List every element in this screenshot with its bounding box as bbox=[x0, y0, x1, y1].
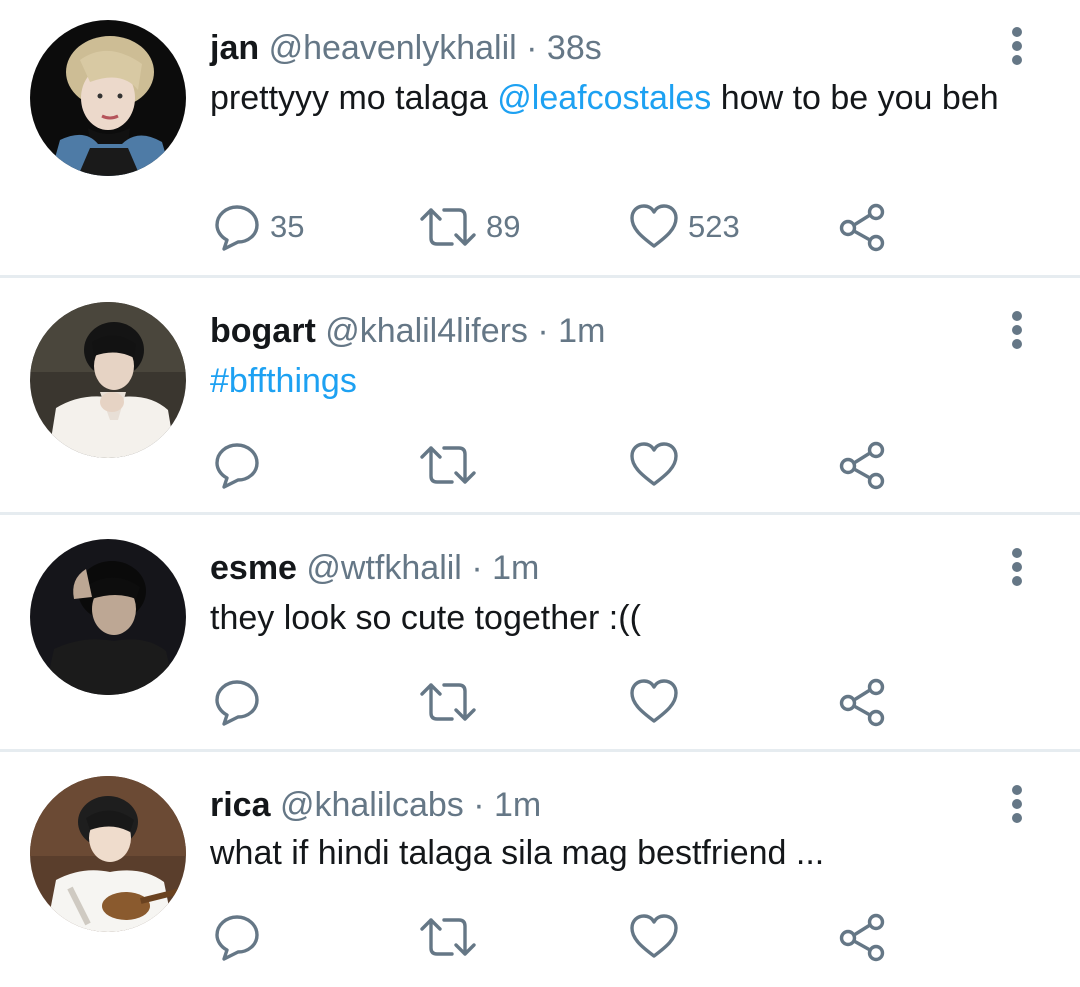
reply-button[interactable] bbox=[212, 440, 270, 490]
tweet[interactable]: esme @wtfkhalil · 1m they look so cute t… bbox=[0, 515, 1080, 749]
more-vertical-icon bbox=[1012, 27, 1022, 65]
share-icon bbox=[839, 913, 885, 962]
avatar-photo bbox=[30, 776, 186, 932]
share-button[interactable] bbox=[836, 677, 888, 727]
tweet-header: esme @wtfkhalil · 1m bbox=[210, 548, 539, 588]
username[interactable]: @wtfkhalil bbox=[306, 549, 461, 587]
retweet-button[interactable]: 89 bbox=[418, 202, 520, 252]
more-options-button[interactable] bbox=[1000, 782, 1034, 826]
tweet-text-segment: prettyyy mo talaga bbox=[210, 79, 498, 117]
display-name[interactable]: jan bbox=[210, 29, 259, 67]
reply-icon bbox=[215, 680, 259, 726]
separator-dot: · bbox=[471, 549, 483, 587]
reply-icon bbox=[215, 205, 259, 251]
tweet-feed: jan @heavenlykhalil · 38s prettyyy mo ta… bbox=[0, 0, 1080, 987]
separator-dot: · bbox=[537, 312, 549, 350]
avatar[interactable] bbox=[30, 302, 186, 458]
timestamp[interactable]: 1m bbox=[492, 549, 539, 587]
avatar-photo bbox=[30, 539, 186, 695]
tweet-text-segment: what if hindi talaga sila mag bestfriend… bbox=[210, 834, 825, 872]
tweet-text: #bffthings bbox=[210, 358, 1030, 404]
retweet-count: 89 bbox=[486, 209, 521, 244]
like-button[interactable] bbox=[628, 440, 688, 490]
more-vertical-icon bbox=[1012, 785, 1022, 823]
like-button[interactable] bbox=[628, 677, 688, 727]
heart-icon bbox=[630, 442, 678, 486]
reply-button[interactable] bbox=[212, 677, 270, 727]
tweet[interactable]: jan @heavenlykhalil · 38s prettyyy mo ta… bbox=[0, 0, 1080, 275]
retweet-icon bbox=[420, 446, 476, 484]
avatar-photo bbox=[30, 20, 186, 176]
mention-link[interactable]: @leafcostales bbox=[497, 79, 711, 117]
display-name[interactable]: esme bbox=[210, 549, 297, 587]
reply-button[interactable] bbox=[212, 912, 270, 962]
share-icon bbox=[839, 678, 885, 727]
share-button[interactable] bbox=[836, 912, 888, 962]
share-icon bbox=[839, 441, 885, 490]
like-count: 523 bbox=[688, 209, 740, 244]
tweet-text: what if hindi talaga sila mag bestfriend… bbox=[210, 830, 1030, 876]
tweet-text-segment: they look so cute together :(( bbox=[210, 599, 641, 637]
retweet-icon bbox=[420, 683, 476, 721]
more-options-button[interactable] bbox=[1000, 308, 1034, 352]
retweet-button[interactable] bbox=[418, 677, 486, 727]
share-icon bbox=[839, 203, 885, 252]
tweet-text: prettyyy mo talaga @leafcostales how to … bbox=[210, 75, 1030, 121]
avatar[interactable] bbox=[30, 539, 186, 695]
retweet-icon bbox=[420, 918, 476, 956]
retweet-icon bbox=[420, 208, 476, 246]
heart-icon bbox=[630, 204, 678, 248]
separator-dot: · bbox=[526, 29, 538, 67]
retweet-button[interactable] bbox=[418, 912, 486, 962]
username[interactable]: @khalil4lifers bbox=[325, 312, 528, 350]
tweet[interactable]: bogart @khalil4lifers · 1m #bffthings bbox=[0, 278, 1080, 512]
tweet-header: jan @heavenlykhalil · 38s bbox=[210, 28, 602, 68]
reply-icon bbox=[215, 915, 259, 961]
username[interactable]: @heavenlykhalil bbox=[269, 29, 517, 67]
share-button[interactable] bbox=[836, 202, 888, 252]
timestamp[interactable]: 1m bbox=[558, 312, 605, 350]
hashtag-link[interactable]: #bffthings bbox=[210, 362, 357, 400]
share-button[interactable] bbox=[836, 440, 888, 490]
like-button[interactable] bbox=[628, 912, 688, 962]
more-options-button[interactable] bbox=[1000, 545, 1034, 589]
more-vertical-icon bbox=[1012, 311, 1022, 349]
tweet[interactable]: rica @khalilcabs · 1m what if hindi tala… bbox=[0, 752, 1080, 987]
avatar[interactable] bbox=[30, 20, 186, 176]
more-options-button[interactable] bbox=[1000, 24, 1034, 68]
timestamp[interactable]: 1m bbox=[494, 786, 541, 824]
tweet-text: they look so cute together :(( bbox=[210, 595, 1030, 641]
tweet-text-segment: how to be you beh bbox=[711, 79, 999, 117]
heart-icon bbox=[630, 914, 678, 958]
reply-button[interactable]: 35 bbox=[212, 202, 304, 252]
tweet-header: rica @khalilcabs · 1m bbox=[210, 785, 541, 825]
timestamp[interactable]: 38s bbox=[547, 29, 602, 67]
separator-dot: · bbox=[473, 786, 485, 824]
like-button[interactable]: 523 bbox=[628, 202, 740, 252]
tweet-header: bogart @khalil4lifers · 1m bbox=[210, 311, 605, 351]
reply-icon bbox=[215, 443, 259, 489]
more-vertical-icon bbox=[1012, 548, 1022, 586]
username[interactable]: @khalilcabs bbox=[280, 786, 464, 824]
retweet-button[interactable] bbox=[418, 440, 486, 490]
display-name[interactable]: bogart bbox=[210, 312, 316, 350]
reply-count: 35 bbox=[270, 209, 305, 244]
avatar-photo bbox=[30, 302, 186, 458]
heart-icon bbox=[630, 679, 678, 723]
display-name[interactable]: rica bbox=[210, 786, 271, 824]
avatar[interactable] bbox=[30, 776, 186, 932]
